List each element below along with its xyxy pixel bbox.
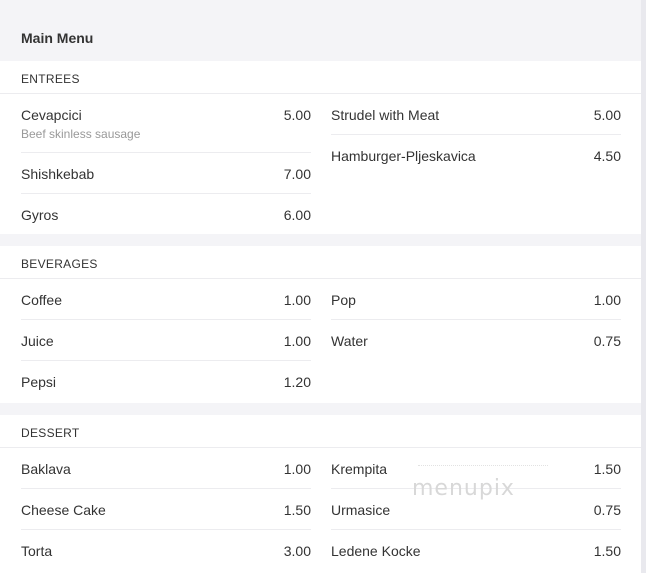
item-price: 1.50 bbox=[593, 461, 621, 477]
menu-page: Main Menu ENTREES Cevapcici 5.00 Beef sk… bbox=[0, 0, 646, 573]
item-name: Hamburger-Pljeskavica bbox=[331, 148, 476, 164]
item-price: 0.75 bbox=[593, 502, 621, 518]
menu-column-left: Baklava 1.00 Cheese Cake 1.50 Torta 3.00 bbox=[21, 448, 311, 570]
item-name: Gyros bbox=[21, 207, 59, 223]
item-price: 1.00 bbox=[283, 461, 311, 477]
item-price: 1.50 bbox=[283, 502, 311, 518]
menu-column-left: Cevapcici 5.00 Beef skinless sausage Shi… bbox=[21, 94, 311, 234]
item-price: 1.00 bbox=[283, 333, 311, 349]
watermark-divider bbox=[418, 465, 548, 467]
menu-item[interactable]: Cheese Cake 1.50 bbox=[21, 489, 311, 530]
item-name: Pop bbox=[331, 292, 356, 308]
item-name: Coffee bbox=[21, 292, 62, 308]
section-header: ENTREES bbox=[0, 61, 641, 94]
section-title: DESSERT bbox=[21, 426, 80, 440]
item-name: Urmasice bbox=[331, 502, 391, 518]
item-name: Krempita bbox=[331, 461, 388, 477]
item-name: Baklava bbox=[21, 461, 71, 477]
menu-item[interactable]: Shishkebab 7.00 bbox=[21, 153, 311, 194]
item-name: Shishkebab bbox=[21, 166, 95, 182]
item-price: 4.50 bbox=[593, 148, 621, 164]
menu-item[interactable]: Pepsi 1.20 bbox=[21, 361, 311, 401]
item-price: 1.20 bbox=[283, 374, 311, 390]
item-name: Cheese Cake bbox=[21, 502, 106, 518]
section-title: BEVERAGES bbox=[21, 257, 98, 271]
menu-item[interactable]: Ledene Kocke 1.50 bbox=[331, 530, 621, 570]
menu-column-left: Coffee 1.00 Juice 1.00 Pepsi 1.20 bbox=[21, 279, 311, 401]
item-name: Pepsi bbox=[21, 374, 57, 390]
item-price: 7.00 bbox=[283, 166, 311, 182]
section-entrees: ENTREES Cevapcici 5.00 Beef skinless sau… bbox=[0, 61, 641, 234]
section-header: BEVERAGES bbox=[0, 246, 641, 279]
menu-item[interactable]: Cevapcici 5.00 Beef skinless sausage bbox=[21, 94, 311, 153]
menu-column-right: Strudel with Meat 5.00 Hamburger-Pljeska… bbox=[331, 94, 621, 175]
section-beverages: BEVERAGES Coffee 1.00 Juice 1.00 Pepsi 1… bbox=[0, 246, 641, 403]
menu-item[interactable]: Baklava 1.00 bbox=[21, 448, 311, 489]
item-name: Juice bbox=[21, 333, 54, 349]
item-price: 1.00 bbox=[283, 292, 311, 308]
menu-item[interactable]: Water 0.75 bbox=[331, 320, 621, 360]
section-header: DESSERT bbox=[0, 415, 641, 448]
section-title: ENTREES bbox=[21, 72, 80, 86]
item-name: Torta bbox=[21, 543, 53, 559]
section-dessert: DESSERT Baklava 1.00 Cheese Cake 1.50 To… bbox=[0, 415, 641, 573]
menu-item[interactable]: Coffee 1.00 bbox=[21, 279, 311, 320]
menupix-watermark: menupix bbox=[412, 476, 515, 501]
menu-item[interactable]: Juice 1.00 bbox=[21, 320, 311, 361]
menu-item[interactable]: Gyros 6.00 bbox=[21, 194, 311, 234]
item-price: 1.50 bbox=[593, 543, 621, 559]
item-price: 1.00 bbox=[593, 292, 621, 308]
menu-column-right: Pop 1.00 Water 0.75 bbox=[331, 279, 621, 360]
item-name: Water bbox=[331, 333, 368, 349]
menu-item[interactable]: Strudel with Meat 5.00 bbox=[331, 94, 621, 135]
item-price: 5.00 bbox=[283, 107, 311, 123]
item-price: 3.00 bbox=[283, 543, 311, 559]
item-name: Ledene Kocke bbox=[331, 543, 421, 559]
menu-title: Main Menu bbox=[21, 30, 94, 46]
menu-item[interactable]: Torta 3.00 bbox=[21, 530, 311, 570]
item-name: Cevapcici bbox=[21, 107, 82, 123]
menu-header: Main Menu bbox=[0, 0, 641, 60]
item-price: 0.75 bbox=[593, 333, 621, 349]
menu-item[interactable]: Pop 1.00 bbox=[331, 279, 621, 320]
item-description: Beef skinless sausage bbox=[21, 127, 141, 141]
menu-item[interactable]: Hamburger-Pljeskavica 4.50 bbox=[331, 135, 621, 175]
item-name: Strudel with Meat bbox=[331, 107, 440, 123]
scrollbar-track[interactable] bbox=[641, 0, 646, 573]
item-price: 5.00 bbox=[593, 107, 621, 123]
item-price: 6.00 bbox=[283, 207, 311, 223]
